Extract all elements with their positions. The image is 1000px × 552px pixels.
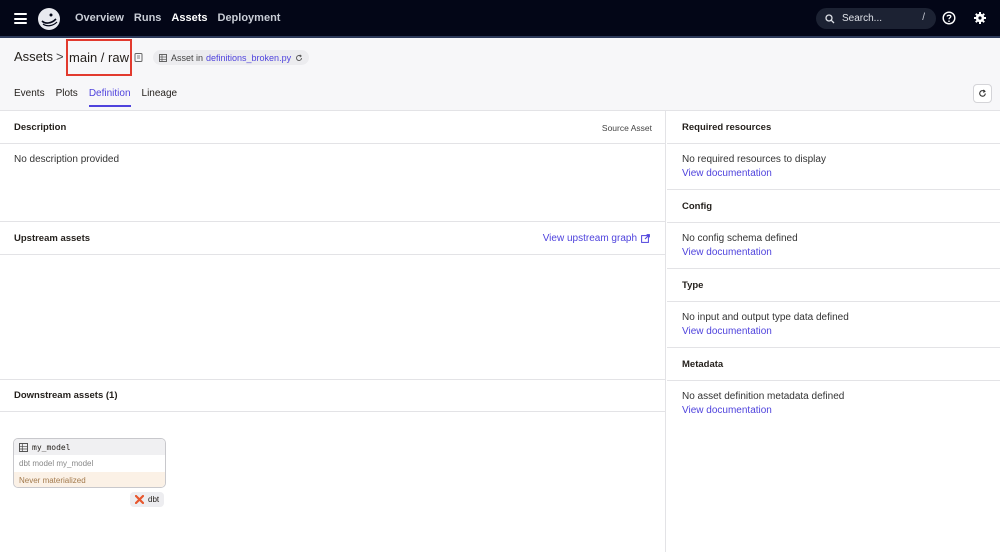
nav-deployment[interactable]: Deployment (218, 12, 281, 24)
metadata-text: No asset definition metadata defined (682, 391, 845, 402)
breadcrumb-separator: > (56, 49, 64, 64)
upstream-header: Upstream assets View upstream graph (0, 222, 666, 255)
dbt-icon (135, 495, 144, 504)
metadata-docs-link[interactable]: View documentation (682, 405, 772, 416)
dagster-logo-icon[interactable] (37, 7, 61, 31)
asset-node-my-model[interactable]: my_model dbt model my_model Never materi… (13, 438, 166, 488)
type-header: Type (667, 269, 1000, 302)
asset-key: main / raw (69, 50, 129, 65)
breadcrumb-assets[interactable]: Assets (14, 49, 53, 64)
resources-title: Required resources (682, 122, 772, 133)
search-icon (825, 13, 835, 23)
search-shortcut: / (922, 12, 925, 23)
resources-text: No required resources to display (682, 154, 826, 165)
upstream-link-label: View upstream graph (542, 233, 637, 244)
asset-header: Assets > main / raw Asset in definitions… (0, 38, 1000, 111)
upstream-title: Upstream assets (14, 233, 91, 244)
config-docs-link[interactable]: View documentation (682, 247, 772, 258)
code-location-chip[interactable]: Asset in definitions_broken.py (153, 50, 310, 65)
type-docs-link[interactable]: View documentation (682, 326, 772, 337)
description-text: No description provided (14, 154, 120, 165)
gear-icon[interactable] (973, 11, 987, 25)
asset-node-header: my_model (14, 439, 165, 455)
dbt-tag-label: dbt (148, 495, 160, 504)
search-placeholder: Search... (842, 13, 883, 24)
asset-node-name: my_model (32, 442, 71, 452)
refresh-icon[interactable] (295, 53, 303, 62)
top-nav: Overview Runs Assets Deployment Search..… (0, 0, 1000, 38)
table-icon (19, 442, 28, 452)
help-icon[interactable] (942, 11, 956, 25)
tab-definition[interactable]: Definition (88, 88, 131, 107)
asset-tabs: Events Plots Definition Lineage (14, 88, 177, 107)
resources-header: Required resources (667, 111, 1000, 144)
metadata-title: Metadata (682, 359, 724, 370)
copy-icon[interactable] (134, 52, 143, 62)
search-input[interactable]: Search... / (816, 8, 936, 29)
description-header: Description Source Asset (0, 111, 666, 144)
table-icon (159, 53, 167, 62)
type-text: No input and output type data defined (682, 312, 849, 323)
definition-main-panel: Description Source Asset No description … (0, 111, 666, 552)
reload-button[interactable] (973, 84, 992, 103)
type-title: Type (682, 280, 704, 291)
breadcrumb-current-asset: main / raw (66, 39, 132, 76)
nav-overview[interactable]: Overview (75, 12, 124, 24)
downstream-title: Downstream assets (1) (14, 390, 118, 401)
view-upstream-graph-link[interactable]: View upstream graph (543, 233, 650, 244)
tab-plots[interactable]: Plots (56, 88, 78, 107)
resources-docs-link[interactable]: View documentation (682, 168, 772, 179)
config-header: Config (667, 190, 1000, 223)
asset-node-description: dbt model my_model (19, 459, 94, 468)
config-title: Config (682, 201, 713, 212)
source-asset-badge: Source Asset (601, 123, 652, 133)
nav-assets[interactable]: Assets (171, 12, 207, 24)
nav-runs[interactable]: Runs (134, 12, 162, 24)
tab-lineage[interactable]: Lineage (142, 88, 178, 107)
config-text: No config schema defined (682, 233, 798, 244)
dbt-tag: dbt (130, 492, 165, 507)
chip-prefix: Asset in (171, 52, 204, 63)
menu-icon[interactable] (14, 13, 27, 24)
downstream-header: Downstream assets (1) (0, 379, 666, 412)
external-link-icon (641, 234, 650, 243)
metadata-header: Metadata (667, 348, 1000, 381)
definition-side-panel: Required resources No required resources… (667, 111, 1000, 552)
asset-node-status: Never materialized (14, 472, 165, 487)
chip-file-link[interactable]: definitions_broken.py (206, 53, 291, 63)
description-title: Description (14, 122, 67, 133)
tab-events[interactable]: Events (14, 88, 45, 107)
refresh-icon (979, 89, 986, 97)
